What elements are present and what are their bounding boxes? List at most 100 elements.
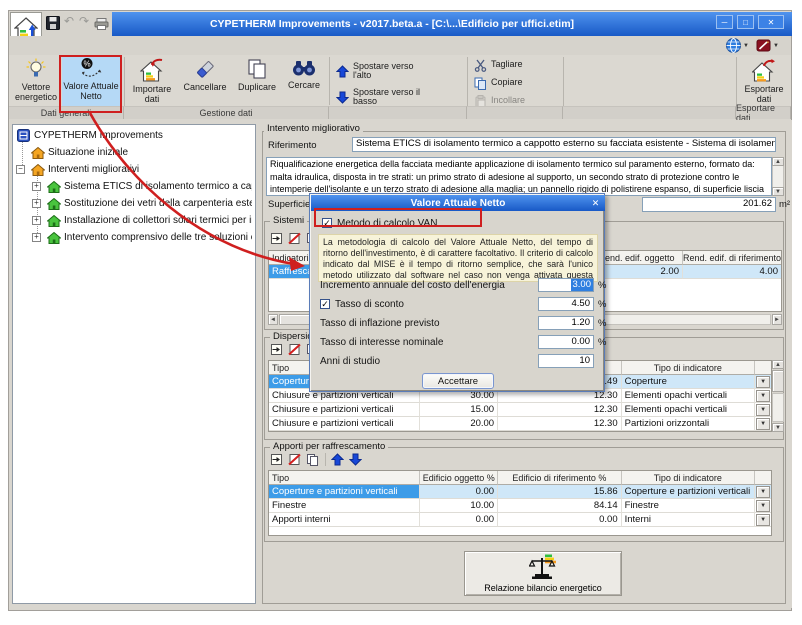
importare-dati-button[interactable]: Importare dati — [128, 58, 176, 104]
field-input[interactable]: 0.00 — [538, 335, 594, 349]
dropdown-button[interactable]: ▼ — [756, 486, 770, 498]
spostare-basso-button[interactable]: Spostare verso il basso — [336, 86, 432, 108]
cell-tipo[interactable]: Chiusure e partizioni verticali — [269, 417, 420, 431]
descrizione-textarea[interactable]: Riqualificazione energetica della faccia… — [266, 157, 772, 196]
maximize-button[interactable]: □ — [737, 15, 754, 29]
add-row-button[interactable] — [270, 232, 283, 250]
cell-oggetto[interactable]: 0.00 — [420, 513, 498, 527]
cell-riferimento[interactable]: 15.86 — [498, 485, 622, 499]
dialog-close-button[interactable]: ✕ — [589, 197, 602, 209]
tree-item-sistema-etics[interactable]: Sistema ETICS di isolamento termico a ca… — [64, 181, 252, 192]
cercare-button[interactable]: Cercare — [282, 58, 326, 104]
col-header[interactable]: Edificio di riferimento % — [498, 471, 622, 485]
cell-tipo[interactable]: Chiusure e partizioni verticali — [269, 403, 420, 417]
scroll-down-icon[interactable]: ▼ — [772, 423, 784, 432]
minimize-button[interactable]: ─ — [716, 15, 733, 29]
scroll-up-icon[interactable]: ▲ — [772, 157, 784, 166]
scroll-thumb[interactable] — [772, 370, 784, 392]
cell-riferimento[interactable]: 12.30 — [498, 403, 622, 417]
cell-indicatore[interactable]: Elementi opachi verticali — [622, 403, 755, 417]
vettore-energetico-button[interactable]: Vettore energetico — [12, 58, 60, 104]
cell-oggetto[interactable]: 0.00 — [420, 485, 498, 499]
col-header[interactable]: Tipo di indicatore — [622, 471, 755, 485]
tree-item-situazione[interactable]: Situazione iniziale — [48, 147, 248, 158]
tree-item-interventi[interactable]: Interventi migliorativi — [48, 164, 248, 175]
van-checkbox[interactable]: ✓ — [322, 218, 332, 228]
tree-item-collettori-solari[interactable]: Installazione di collettori solari termi… — [64, 215, 252, 226]
redo-button[interactable]: ↷ — [79, 14, 89, 28]
cell-tipo[interactable]: Finestre — [269, 499, 420, 513]
cell-tipo[interactable]: Coperture e partizioni verticali — [269, 485, 420, 499]
col-header[interactable]: Edificio oggetto % — [420, 471, 498, 485]
dialog-titlebar[interactable]: Valore Attuale Netto — [311, 195, 605, 211]
dropdown-button[interactable]: ▼ — [756, 404, 770, 416]
expand-icon[interactable]: + — [32, 199, 41, 208]
tagliare-button[interactable]: Tagliare — [474, 58, 558, 72]
cell-indicatore[interactable]: Coperture — [622, 375, 755, 389]
globe-dropdown-arrow[interactable]: ▼ — [743, 43, 749, 49]
cell-oggetto[interactable]: 10.00 — [420, 499, 498, 513]
superficie-input[interactable]: 201.62 — [642, 197, 776, 212]
field-input[interactable]: 4.50 — [538, 297, 594, 311]
field-input[interactable]: 10 — [538, 354, 594, 368]
cell-rend-riferimento[interactable]: 4.00 — [683, 265, 781, 279]
dispersioni-vscrollbar[interactable]: ▲ ▼ — [772, 360, 784, 432]
cell-indicatore[interactable]: Finestre — [622, 499, 755, 513]
print-button[interactable] — [94, 17, 109, 35]
table-row[interactable]: Apporti interni 0.00 0.00 Interni ▼ — [269, 513, 771, 527]
copiare-button[interactable]: Copiare — [474, 76, 558, 90]
tree-root[interactable]: CYPETHERM Improvements — [34, 130, 249, 141]
cancellare-button[interactable]: Cancellare — [180, 58, 230, 104]
table-row[interactable]: Finestre 10.00 84.14 Finestre ▼ — [269, 499, 771, 513]
copy-row-button[interactable] — [306, 453, 319, 471]
esportare-dati-button[interactable]: Esportare dati — [738, 58, 790, 104]
save-button[interactable] — [46, 16, 60, 35]
cell-indicatore[interactable]: Coperture e partizioni verticali — [622, 485, 755, 499]
collapse-icon[interactable]: − — [16, 165, 25, 174]
relazione-bilancio-button[interactable]: Relazione bilancio energetico — [464, 551, 622, 596]
table-row[interactable]: Coperture e partizioni verticali 0.00 15… — [269, 485, 771, 499]
scroll-up-icon[interactable]: ▲ — [772, 360, 784, 369]
cell-indicatore[interactable]: Elementi opachi verticali — [622, 389, 755, 403]
add-row-button[interactable] — [270, 453, 283, 471]
accept-button[interactable]: Accettare — [422, 373, 494, 389]
move-row-down-button[interactable] — [349, 453, 362, 471]
cell-tipo[interactable]: Apporti interni — [269, 513, 420, 527]
dropdown-button[interactable]: ▼ — [756, 418, 770, 430]
scroll-down-icon[interactable]: ▼ — [772, 187, 784, 196]
col-header[interactable]: Tipo di indicatore — [622, 361, 755, 375]
close-button[interactable]: ✕ — [758, 15, 784, 29]
compile-dropdown-arrow[interactable]: ▼ — [773, 43, 779, 49]
col-header[interactable]: Tipo — [269, 471, 420, 485]
expand-icon[interactable]: + — [32, 182, 41, 191]
cell-oggetto[interactable]: 20.00 — [420, 417, 498, 431]
spostare-alto-button[interactable]: Spostare verso l'alto — [336, 60, 432, 82]
dropdown-button[interactable]: ▼ — [756, 514, 770, 526]
tasso-sconto-checkbox[interactable]: ✓ — [320, 299, 330, 309]
table-row[interactable]: Chiusure e partizioni verticali 20.00 12… — [269, 417, 771, 431]
tree-item-sostituzione-vetri[interactable]: Sostituzione dei vetri della carpenteria… — [64, 198, 252, 209]
dropdown-button[interactable]: ▼ — [756, 500, 770, 512]
move-row-up-button[interactable] — [331, 453, 344, 471]
duplicare-button[interactable]: Duplicare — [234, 58, 280, 104]
dropdown-button[interactable]: ▼ — [756, 390, 770, 402]
scroll-right-icon[interactable]: ► — [772, 314, 782, 325]
cell-riferimento[interactable]: 84.14 — [498, 499, 622, 513]
tree-item-intervento-combinato[interactable]: Intervento comprensivo delle tre soluzio… — [64, 232, 252, 243]
delete-row-button[interactable] — [288, 453, 301, 471]
cell-indicatore[interactable]: Interni — [622, 513, 755, 527]
cell-riferimento[interactable]: 12.30 — [498, 417, 622, 431]
expand-icon[interactable]: + — [32, 216, 41, 225]
field-input[interactable]: 1.20 — [538, 316, 594, 330]
col-header[interactable]: Rend. edif. di riferimento — [683, 251, 781, 265]
scroll-left-icon[interactable]: ◄ — [268, 314, 278, 325]
expand-icon[interactable]: + — [32, 233, 41, 242]
field-input[interactable]: 3.00 — [538, 278, 594, 292]
delete-row-button[interactable] — [288, 232, 301, 250]
riferimento-input[interactable]: Sistema ETICS di isolamento termico a ca… — [352, 137, 776, 152]
add-row-button[interactable] — [270, 343, 283, 361]
undo-button[interactable]: ↶ — [64, 14, 74, 28]
table-row[interactable]: Chiusure e partizioni verticali 15.00 12… — [269, 403, 771, 417]
delete-row-button[interactable] — [288, 343, 301, 361]
cell-indicatore[interactable]: Partizioni orizzontali — [622, 417, 755, 431]
